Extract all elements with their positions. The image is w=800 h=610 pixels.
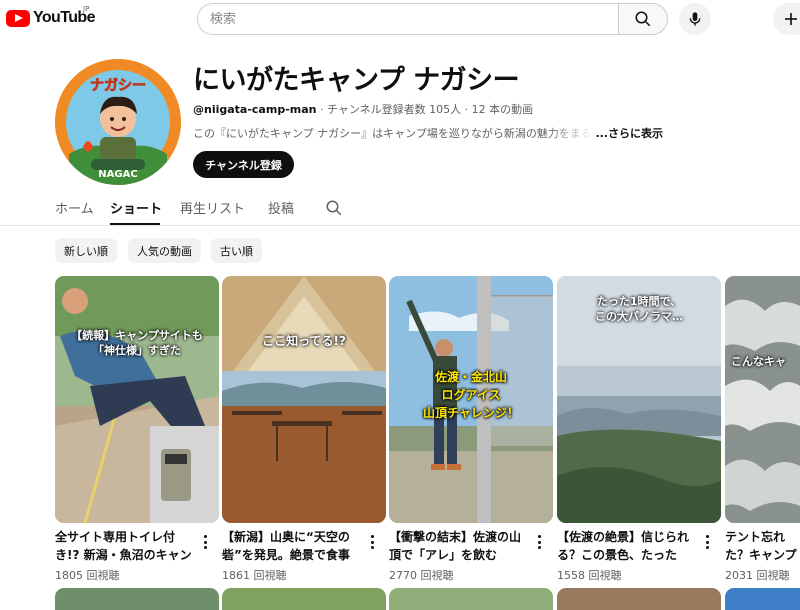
avatar-bottom-text: NAGAC: [98, 169, 137, 180]
thumbnail-caption: たった1時間で、 この大パノラマ…: [595, 295, 683, 323]
region-label: JP: [83, 5, 90, 13]
short-views: 1861 回視聴: [222, 569, 287, 582]
short-title[interactable]: 【新潟】山奥に“天空の砦”を発見。絶景で食事: [222, 528, 362, 564]
short-thumbnail[interactable]: [725, 588, 800, 610]
short-thumbnail[interactable]: [222, 588, 386, 610]
search-button[interactable]: [618, 3, 668, 35]
tab-home[interactable]: ホーム: [55, 198, 94, 217]
thumbnail-caption: 【続報】キャンプサイトも 「神仕様」すぎた: [71, 329, 203, 357]
channel-description[interactable]: この『にいがたキャンプ ナガシー』はキャンプ場を巡りながら新潟の魅力をまるごと …: [193, 125, 663, 141]
avatar-title-text: ナガシー: [90, 78, 146, 94]
thumbnail-caption: 佐渡・金北山 ログアイス 山頂チャレンジ！: [423, 370, 519, 420]
youtube-play-icon: [6, 9, 30, 27]
chip-popular[interactable]: 人気の動画: [128, 238, 201, 263]
short-views: 2031 回視聴: [725, 569, 790, 582]
thumbnail-image: [55, 276, 219, 523]
thumbnail-image: [725, 276, 800, 523]
short-title[interactable]: 全サイト専用トイレ付き!? 新潟・魚沼のキャンプ場: [55, 528, 195, 564]
more-actions-button[interactable]: [200, 534, 210, 550]
avatar-illustration: ナガシー NAGAC: [55, 59, 181, 185]
channel-name: にいがたキャンプ ナガシー: [193, 65, 520, 96]
channel-search-button[interactable]: [325, 199, 343, 221]
channel-meta: @niigata-camp-man ‧ チャンネル登録者数 105人 ‧ 12 …: [193, 101, 533, 117]
more-actions-button[interactable]: [534, 534, 544, 550]
tab-shorts[interactable]: ショート: [110, 198, 162, 217]
chip-oldest[interactable]: 古い順: [211, 238, 262, 263]
search-icon: [326, 200, 342, 216]
short-title[interactable]: 【衝撃の結末】佐渡の山頂で「アレ」を飲む: [389, 528, 529, 564]
short-thumbnail[interactable]: ここ知ってる!?: [222, 276, 386, 523]
short-thumbnail[interactable]: [557, 588, 721, 610]
short-thumbnail[interactable]: 【続報】キャンプサイトも 「神仕様」すぎた: [55, 276, 219, 523]
plus-icon: [785, 13, 797, 25]
short-thumbnail[interactable]: こんなキャ: [725, 276, 800, 523]
voice-search-button[interactable]: [679, 3, 711, 35]
tab-playlists[interactable]: 再生リスト: [180, 198, 245, 217]
channel-handle: @niigata-camp-man: [193, 103, 317, 116]
more-actions-button[interactable]: [367, 534, 377, 550]
short-title[interactable]: 【佐渡の絶景】信じられる？この景色、たった: [557, 528, 697, 564]
channel-stats: ‧ チャンネル登録者数 105人 ‧ 12 本の動画: [316, 103, 534, 116]
channel-tabs: ホーム ショート 再生リスト 投稿: [0, 192, 800, 226]
short-thumbnail[interactable]: たった1時間で、 この大パノラマ…: [557, 276, 721, 523]
masthead: YouTube JP: [0, 0, 800, 40]
search-box[interactable]: [197, 3, 618, 35]
short-title[interactable]: テント忘れた？キャンプ人生、終わ: [725, 528, 800, 564]
description-text: この『にいがたキャンプ ナガシー』はキャンプ場を巡りながら新潟の魅力をまるごと: [193, 127, 596, 140]
youtube-logo[interactable]: YouTube: [6, 9, 95, 27]
short-thumbnail[interactable]: [389, 588, 553, 610]
active-tab-indicator: [110, 223, 160, 225]
chip-newest[interactable]: 新しい順: [55, 238, 117, 263]
subscribe-button[interactable]: チャンネル登録: [193, 151, 294, 178]
create-button[interactable]: [773, 3, 800, 35]
short-views: 1805 回視聴: [55, 569, 120, 582]
tab-posts[interactable]: 投稿: [268, 198, 294, 217]
short-views: 1558 回視聴: [557, 569, 622, 582]
short-thumbnail[interactable]: 佐渡・金北山 ログアイス 山頂チャレンジ！: [389, 276, 553, 523]
thumbnail-caption: ここ知ってる!?: [262, 334, 346, 348]
show-more-link[interactable]: ...さらに表示: [595, 125, 663, 141]
search-input[interactable]: [210, 11, 618, 27]
microphone-icon: [689, 12, 701, 26]
search-icon: [635, 11, 651, 27]
short-thumbnail[interactable]: [55, 588, 219, 610]
more-actions-button[interactable]: [702, 534, 712, 550]
short-views: 2770 回視聴: [389, 569, 454, 582]
thumbnail-image: [222, 276, 386, 523]
channel-avatar[interactable]: ナガシー NAGAC: [55, 59, 181, 185]
thumbnail-caption: こんなキャ: [731, 355, 786, 368]
